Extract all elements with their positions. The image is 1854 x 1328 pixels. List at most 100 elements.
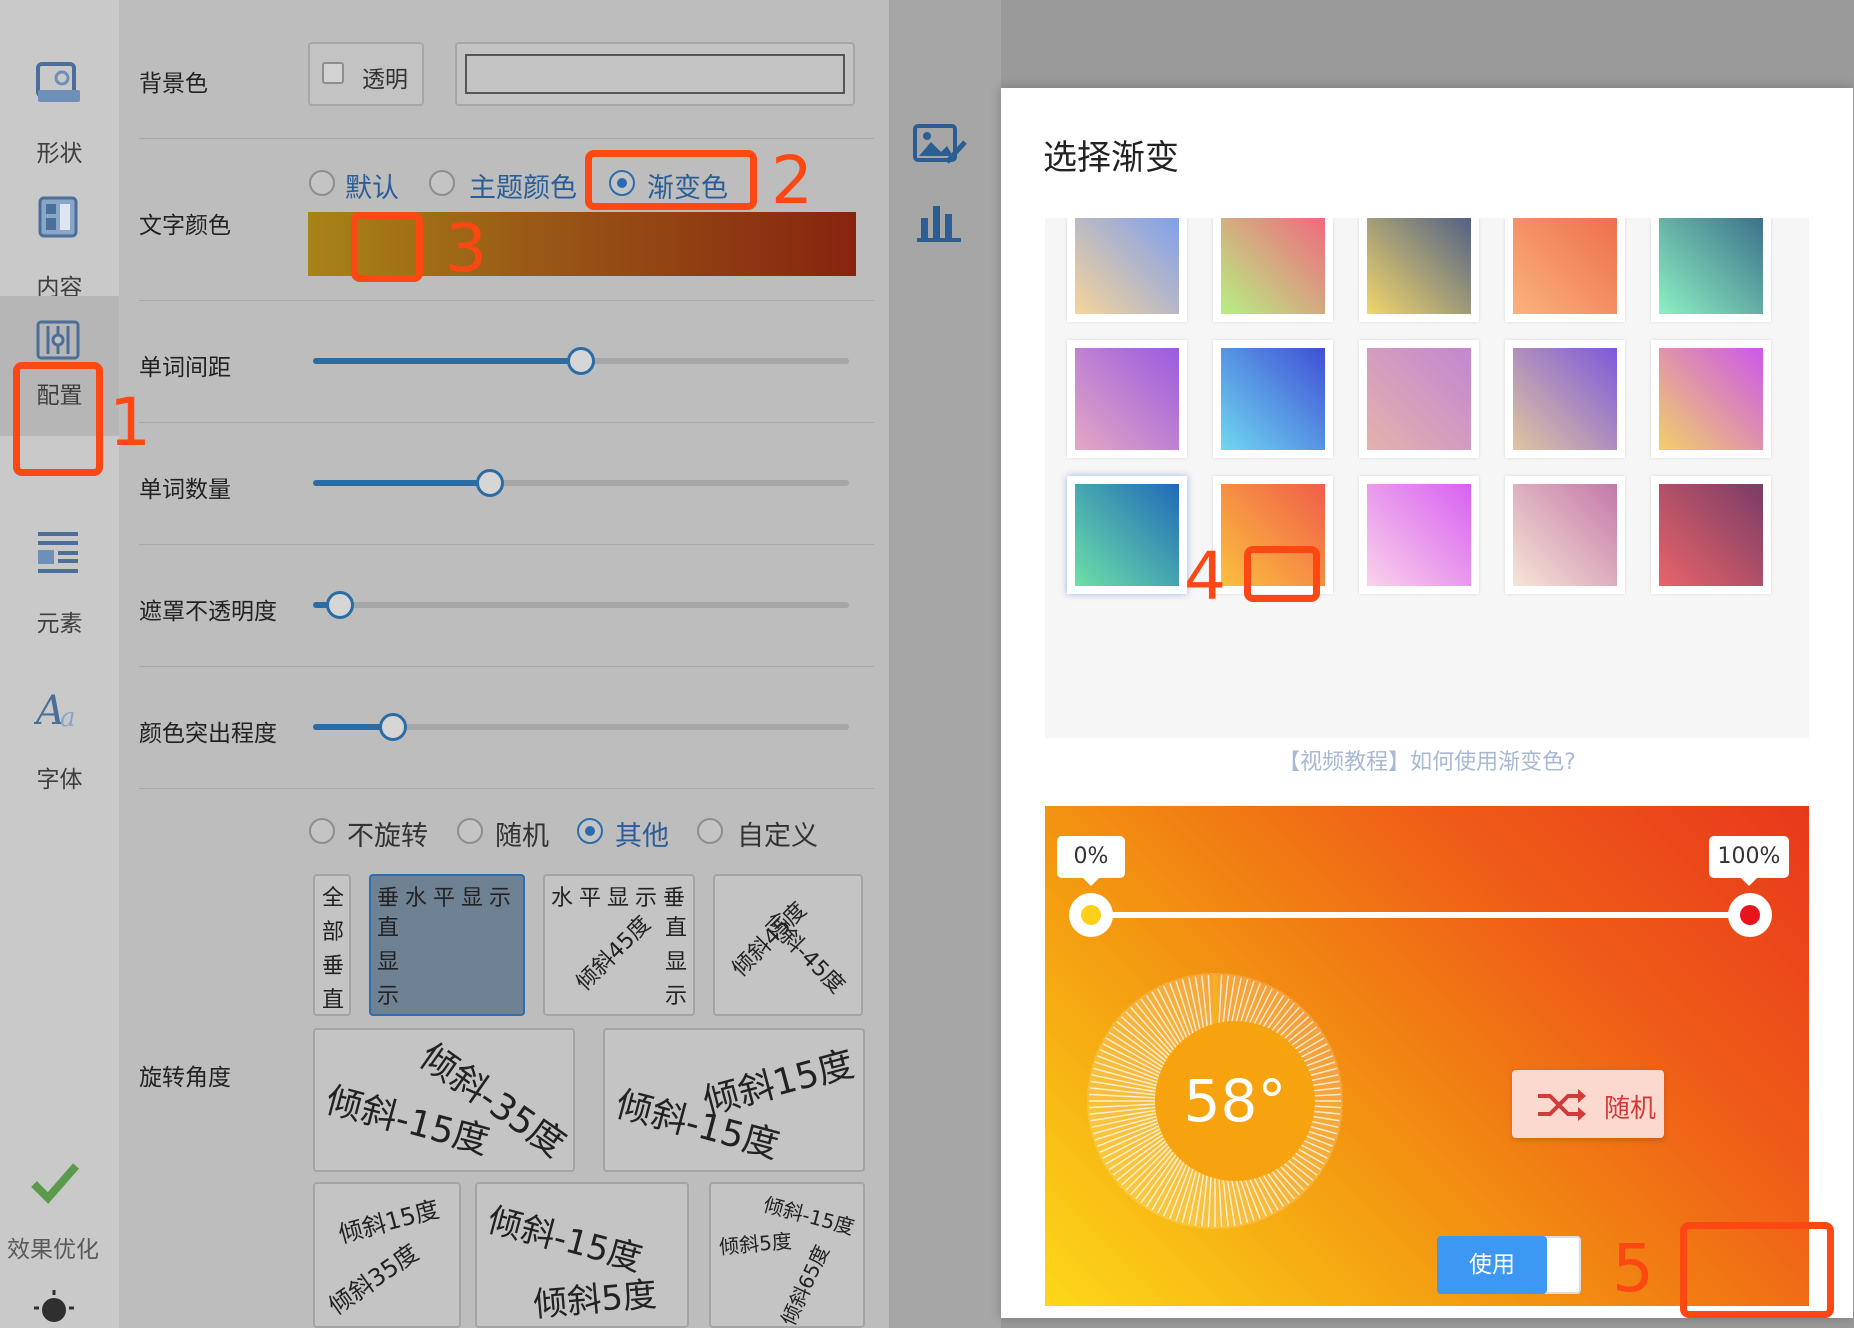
slider-handle[interactable]	[379, 713, 408, 741]
settings-panel: 背景色 透明 文字颜色 默认 主题颜色 渐变色 单词间距 单词数量 遮罩不透明度…	[13, 0, 889, 1328]
color-emphasis-slider[interactable]	[313, 713, 849, 741]
use-button[interactable]: 使用	[1437, 1236, 1547, 1294]
gradient-swatch[interactable]	[1505, 340, 1625, 458]
gradient-swatch[interactable]	[1359, 218, 1479, 322]
gradient-swatch[interactable]	[1359, 340, 1479, 458]
gradient-swatch-fill	[1075, 348, 1179, 450]
radio-other-rotation-label[interactable]: 其他	[615, 814, 669, 853]
rotation-preset-tilt-15[interactable]: 倾斜15度 倾斜-15度	[603, 1028, 865, 1172]
radio-other-rotation[interactable]	[577, 818, 603, 844]
video-tutorial-link[interactable]: 【视频教程】如何使用渐变色?	[1045, 744, 1809, 776]
divider	[139, 422, 874, 423]
slider-handle[interactable]	[475, 469, 504, 497]
gradient-swatch-fill	[1367, 218, 1471, 314]
annotation-number-3: 3	[445, 210, 487, 287]
sidebar-item-label: 元素	[36, 611, 83, 637]
preset-char: 全	[322, 886, 345, 911]
radio-no-rotation-label[interactable]: 不旋转	[347, 814, 428, 853]
gradient-stop-end[interactable]	[1728, 893, 1772, 937]
gradient-swatch[interactable]	[1067, 218, 1187, 322]
radio-theme-color[interactable]	[429, 170, 455, 196]
rotation-preset-tilt-mix[interactable]: 倾斜-15度 倾斜5度 倾斜65度	[709, 1182, 865, 1328]
gradient-swatch-fill	[1513, 218, 1617, 314]
background-color-picker[interactable]	[455, 42, 855, 106]
gradient-preset-grid	[1045, 218, 1809, 738]
rotation-preset-tilt-neg15-5[interactable]: 倾斜-15度 倾斜5度	[475, 1182, 689, 1328]
rotation-preset-tilt-15-35[interactable]: 倾斜15度 倾斜35度	[313, 1182, 461, 1328]
gradient-swatch[interactable]	[1505, 476, 1625, 594]
slider-fill	[313, 480, 490, 486]
annotation-box-1	[13, 362, 103, 476]
word-count-slider[interactable]	[313, 469, 849, 497]
gradient-swatch-fill	[1659, 484, 1763, 586]
gradient-swatch-fill	[1221, 218, 1325, 314]
stop-color-dot	[1740, 905, 1760, 925]
word-spacing-slider[interactable]	[313, 347, 849, 375]
radio-default-label[interactable]: 默认	[345, 166, 399, 205]
gradient-dialog: 选择渐变 【视频教程】如何使用渐变色? 0% 100% 58° 随机 关闭 使用	[1001, 88, 1853, 1318]
annotation-box-4	[1244, 546, 1320, 602]
rotation-preset-tilt-neg35[interactable]: 倾斜-35度 倾斜-15度	[313, 1028, 575, 1172]
gradient-stop-track[interactable]	[1099, 912, 1759, 918]
gradient-swatch-fill	[1513, 348, 1617, 450]
divider	[139, 300, 874, 301]
preset-text: 倾斜5度	[718, 1228, 793, 1260]
gradient-swatch[interactable]	[1067, 340, 1187, 458]
radio-default[interactable]	[309, 170, 335, 196]
gradient-swatch[interactable]	[1505, 218, 1625, 322]
background-color-input[interactable]	[465, 54, 845, 94]
content-icon	[38, 196, 78, 238]
rotation-preset-vertical-horizontal[interactable]: 垂水平显示 直显示	[369, 874, 525, 1016]
radio-custom-rotation-label[interactable]: 自定义	[737, 814, 818, 853]
lightbulb-icon[interactable]	[32, 1290, 76, 1328]
rotation-preset-tilt-45[interactable]: 倾斜45度 倾斜-45度	[713, 874, 863, 1016]
preset-text: 倾斜-15度	[483, 1200, 647, 1280]
divider	[139, 138, 874, 139]
optimize-label[interactable]: 效果优化	[0, 1230, 106, 1264]
left-toolbar: 形状 内容 配置 元素 A a 字体 效果优化	[0, 0, 119, 1328]
radio-custom-rotation[interactable]	[697, 818, 723, 844]
annotation-box-2	[585, 150, 757, 210]
gradient-swatch[interactable]	[1213, 218, 1333, 322]
annotation-number-1: 1	[109, 384, 151, 461]
annotation-number-5: 5	[1612, 1230, 1654, 1307]
bar-chart-icon[interactable]	[915, 200, 963, 244]
slider-handle[interactable]	[325, 591, 354, 619]
gradient-swatch[interactable]	[1651, 218, 1771, 322]
gradient-stop-start[interactable]	[1069, 893, 1113, 937]
rotation-preset-horizontal-tilt[interactable]: 水平显示垂 倾斜45度 直显示	[543, 874, 695, 1016]
divider	[139, 788, 874, 789]
gradient-swatch[interactable]	[1651, 340, 1771, 458]
preset-text: 垂水平显示	[377, 886, 518, 911]
radio-random-rotation[interactable]	[457, 818, 483, 844]
sidebar-item-font[interactable]: A a 字体	[0, 666, 119, 806]
sidebar-item-shape[interactable]: 形状	[0, 40, 119, 180]
mask-opacity-slider[interactable]	[313, 591, 849, 619]
sidebar-item-label: 字体	[36, 767, 83, 793]
gradient-swatch[interactable]	[1067, 476, 1187, 594]
gradient-swatch[interactable]	[1651, 476, 1771, 594]
stop-color-dot	[1081, 905, 1101, 925]
image-edit-icon[interactable]	[913, 122, 969, 168]
sidebar-item-content[interactable]: 内容	[0, 174, 119, 314]
radio-no-rotation[interactable]	[309, 818, 335, 844]
gradient-swatch-fill	[1659, 348, 1763, 450]
word-count-label: 单词数量	[139, 477, 231, 503]
random-gradient-button[interactable]: 随机	[1512, 1070, 1664, 1138]
slider-handle[interactable]	[567, 347, 595, 375]
radio-random-rotation-label[interactable]: 随机	[495, 814, 549, 853]
word-spacing-label: 单词间距	[139, 355, 231, 381]
text-color-label: 文字颜色	[139, 213, 231, 239]
annotation-box-5	[1680, 1222, 1834, 1318]
gradient-swatch[interactable]	[1213, 340, 1333, 458]
rotation-preset-all-vertical[interactable]: 全 部 垂 直	[313, 874, 351, 1016]
random-label: 随机	[1604, 1094, 1657, 1124]
gradient-swatch[interactable]	[1359, 476, 1479, 594]
radio-theme-color-label[interactable]: 主题颜色	[469, 166, 577, 205]
preset-text: 倾斜35度	[323, 1238, 424, 1321]
transparent-toggle[interactable]: 透明	[308, 42, 424, 106]
annotation-number-2: 2	[771, 142, 813, 219]
preset-text: 倾斜45度	[571, 911, 656, 996]
transparent-checkbox[interactable]	[322, 62, 344, 84]
sidebar-item-element[interactable]: 元素	[0, 510, 119, 650]
